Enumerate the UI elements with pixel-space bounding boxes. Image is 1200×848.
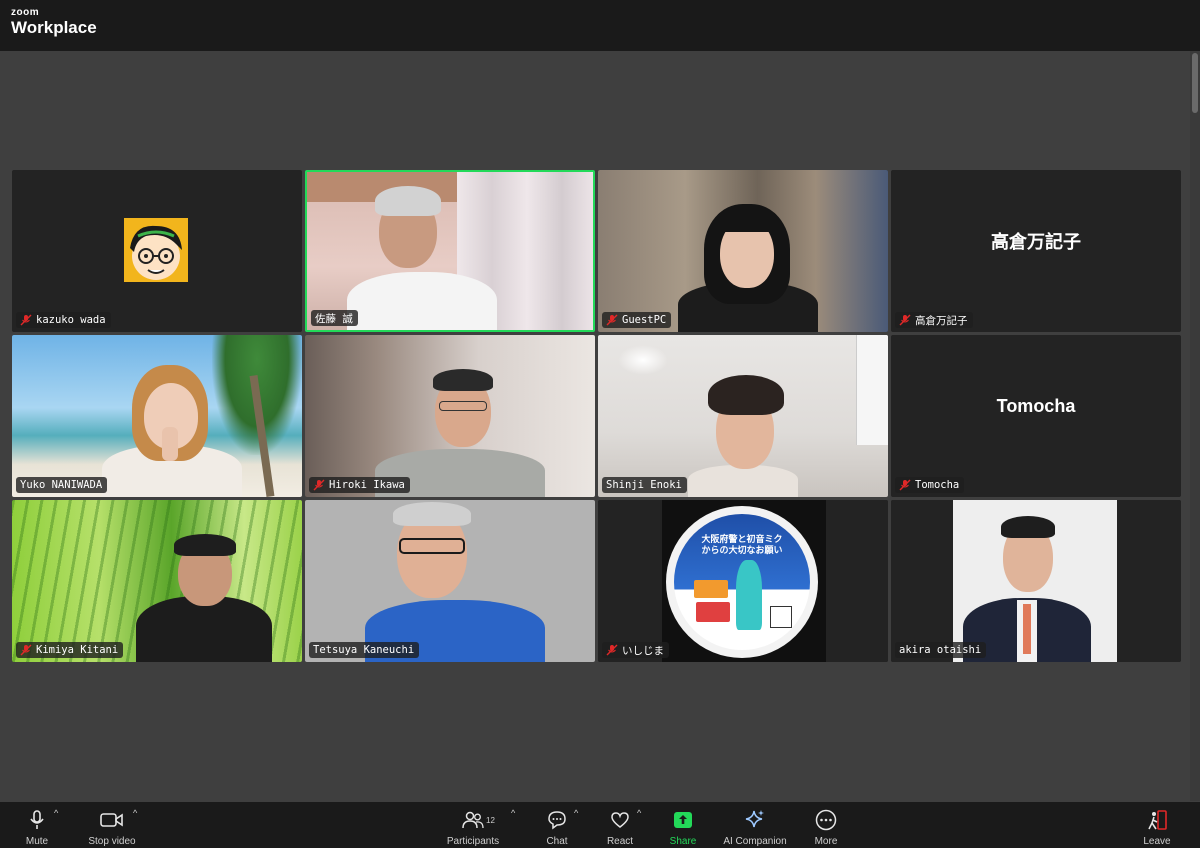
participant-name-label: Shinji Enoki: [602, 477, 687, 493]
participant-display-name: Tomocha: [996, 395, 1076, 416]
participant-name-label: Kimiya Kitani: [16, 642, 124, 658]
participant-name: Kimiya Kitani: [36, 644, 119, 656]
muted-mic-icon: [899, 314, 911, 326]
zoom-workplace-logo: zoom Workplace: [11, 7, 97, 37]
participant-name-label: いしじま: [602, 642, 669, 658]
chat-label: Chat: [546, 836, 568, 847]
leave-label: Leave: [1143, 836, 1171, 847]
video-feed: [12, 500, 302, 662]
mute-label: Mute: [25, 836, 49, 847]
chat-bubble-icon: [545, 808, 569, 832]
participant-tile[interactable]: Tetsuya Kaneuchi: [305, 500, 595, 662]
brand-big-text: Workplace: [11, 18, 97, 37]
microphone-icon: [25, 808, 49, 832]
poster-title-line2: からの大切なお願い: [701, 545, 783, 555]
audio-options-caret[interactable]: ^: [54, 808, 58, 818]
participant-name: Tetsuya Kaneuchi: [313, 644, 415, 656]
muted-mic-icon: [20, 314, 32, 326]
participants-label: Participants: [446, 836, 500, 847]
share-screen-icon: [671, 808, 695, 832]
heart-icon: [608, 808, 632, 832]
participant-tile[interactable]: Kimiya Kitani: [12, 500, 302, 662]
video-feed: [12, 335, 302, 497]
participant-tile[interactable]: akira otaishi: [891, 500, 1181, 662]
sparkle-icon: [743, 808, 767, 832]
video-feed: [891, 500, 1181, 662]
participants-count-badge: 12: [486, 816, 495, 825]
participant-name-label: kazuko wada: [16, 312, 111, 328]
poster-title-line1: 大阪府警と初音ミク: [701, 534, 783, 544]
participant-name-label: Tetsuya Kaneuchi: [309, 642, 420, 658]
more-button[interactable]: More: [813, 808, 839, 848]
leave-exit-icon: [1145, 808, 1169, 832]
participant-display-name: 高倉万記子: [991, 232, 1081, 252]
chat-options-caret[interactable]: ^: [574, 808, 578, 818]
participant-name: Shinji Enoki: [606, 479, 682, 491]
muted-mic-icon: [20, 644, 32, 656]
ai-companion-button[interactable]: AI Companion: [723, 808, 787, 848]
stop-video-button[interactable]: Stop video: [84, 808, 140, 848]
participant-name-label: Tomocha: [895, 477, 965, 493]
ai-companion-label: AI Companion: [723, 836, 787, 847]
participant-name-label: 佐藤 誠: [311, 310, 358, 326]
participant-tile[interactable]: Shinji Enoki: [598, 335, 888, 497]
participant-tile-active-speaker[interactable]: 佐藤 誠: [305, 170, 595, 332]
participant-name-label: Hiroki Ikawa: [309, 477, 410, 493]
brand-small-text: zoom: [11, 7, 40, 18]
muted-mic-icon: [606, 644, 618, 656]
video-feed: [305, 500, 595, 662]
more-label: More: [814, 836, 838, 847]
participant-name-label: akira otaishi: [895, 642, 987, 658]
video-options-caret[interactable]: ^: [133, 808, 137, 818]
participant-tile[interactable]: Hiroki Ikawa: [305, 335, 595, 497]
participant-name: akira otaishi: [899, 644, 982, 656]
muted-mic-icon: [606, 314, 618, 326]
top-bar: zoom Workplace: [0, 0, 1200, 51]
muted-mic-icon: [899, 479, 911, 491]
participant-tile[interactable]: 高倉万記子 高倉万記子: [891, 170, 1181, 332]
share-label: Share: [669, 836, 697, 847]
react-options-caret[interactable]: ^: [637, 808, 641, 818]
video-feed: [598, 170, 888, 332]
video-camera-icon: [100, 808, 124, 832]
muted-mic-icon: [313, 479, 325, 491]
participant-tile[interactable]: kazuko wada: [12, 170, 302, 332]
participant-name: 高倉万記子: [915, 314, 968, 327]
participant-name: Yuko NANIWADA: [20, 479, 103, 491]
participant-name: GuestPC: [622, 314, 667, 326]
share-button[interactable]: Share: [669, 808, 697, 848]
participant-name-label: GuestPC: [602, 312, 672, 328]
participant-name: いしじま: [622, 644, 664, 657]
participants-options-caret[interactable]: ^: [511, 808, 515, 818]
more-dots-icon: [814, 808, 838, 832]
participant-tile[interactable]: Yuko NANIWADA: [12, 335, 302, 497]
react-label: React: [606, 836, 634, 847]
meeting-toolbar: Mute ^ Stop video ^ Participants 12 ^ Ch…: [0, 802, 1200, 848]
chat-button[interactable]: Chat: [545, 808, 569, 848]
participant-name: Hiroki Ikawa: [329, 479, 405, 491]
participant-name: kazuko wada: [36, 314, 106, 326]
poster-image: 大阪府警と初音ミク からの大切なお願い: [666, 506, 818, 658]
video-feed: [305, 335, 595, 497]
participants-button[interactable]: Participants: [442, 808, 504, 848]
gallery-scrollbar[interactable]: [1190, 51, 1200, 801]
participant-name-label: 高倉万記子: [895, 312, 973, 328]
participant-tile[interactable]: Tomocha Tomocha: [891, 335, 1181, 497]
participant-tile[interactable]: 大阪府警と初音ミク からの大切なお願い いしじま: [598, 500, 888, 662]
video-feed: 大阪府警と初音ミク からの大切なお願い: [598, 500, 888, 662]
participant-tile[interactable]: GuestPC: [598, 170, 888, 332]
video-feed: [598, 335, 888, 497]
scrollbar-thumb[interactable]: [1192, 53, 1198, 113]
video-feed: [307, 172, 593, 330]
participant-name-label: Yuko NANIWADA: [16, 477, 108, 493]
gallery-view: kazuko wada 佐藤 誠 GuestPC 高倉万記子 高倉万記子 Yuk…: [12, 170, 1182, 662]
participants-icon: [461, 808, 485, 832]
leave-button[interactable]: Leave: [1143, 808, 1171, 848]
react-button[interactable]: React: [606, 808, 634, 848]
mute-button[interactable]: Mute: [24, 808, 50, 848]
participant-name: 佐藤 誠: [315, 312, 353, 325]
participant-name: Tomocha: [915, 479, 960, 491]
cartoon-avatar-icon: [124, 218, 188, 282]
stop-video-label: Stop video: [88, 836, 136, 847]
